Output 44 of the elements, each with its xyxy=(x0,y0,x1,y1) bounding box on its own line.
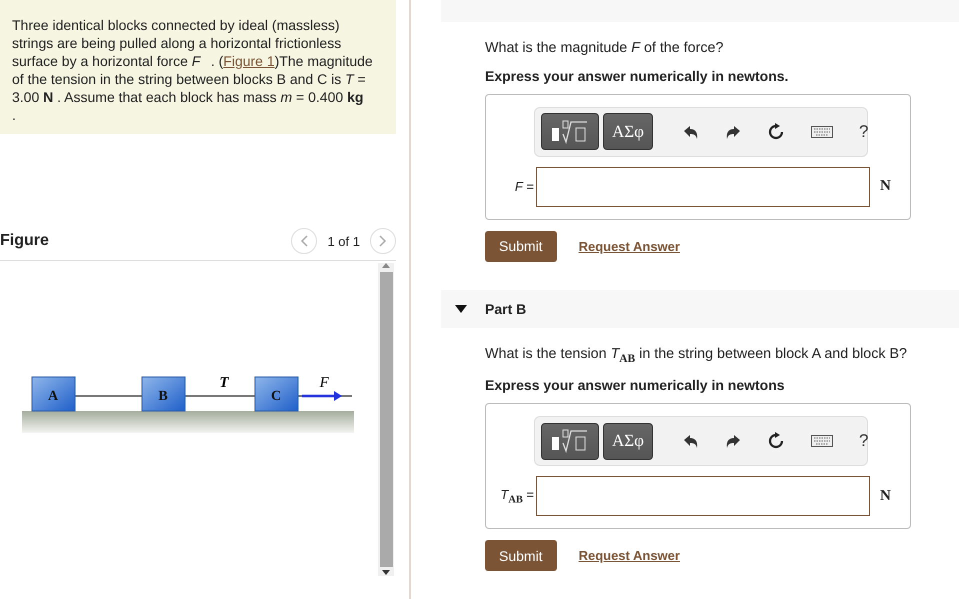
template-button[interactable] xyxy=(541,422,599,460)
question-text: What is the magnitude F of the force? xyxy=(485,40,724,56)
figure-title: Figure xyxy=(0,232,49,250)
undo-icon[interactable] xyxy=(682,124,699,140)
fraction-root-icon xyxy=(550,118,590,145)
undo-icon[interactable] xyxy=(682,433,699,449)
keyboard-icon[interactable] xyxy=(810,435,833,447)
symbols-button[interactable]: ΑΣφ xyxy=(603,422,653,460)
variable-label: T$_{AB}$ = xyxy=(499,486,534,506)
chevron-right-icon xyxy=(379,235,387,247)
unit-label: N xyxy=(880,488,891,504)
answer-input[interactable] xyxy=(536,476,870,516)
submit-button[interactable]: Submit xyxy=(485,230,557,262)
fraction-root-icon xyxy=(550,428,590,454)
help-button[interactable]: ? xyxy=(858,122,868,142)
caret-icon xyxy=(455,304,467,313)
chevron-left-icon xyxy=(300,235,308,247)
scroll-down-icon[interactable] xyxy=(382,570,390,576)
answer-input[interactable] xyxy=(536,166,870,207)
scroll-up-icon[interactable] xyxy=(382,263,390,269)
part-title: Part B xyxy=(485,300,526,317)
part-header[interactable]: Part B xyxy=(441,290,959,328)
request-answer-link[interactable]: Request Answer xyxy=(578,548,680,563)
help-button[interactable]: ? xyxy=(858,431,868,451)
instruction-text: Express your answer numerically in newtons xyxy=(485,377,786,393)
instruction-text: Express your answer numerically in newtons. xyxy=(485,68,790,84)
question-text: What is the tension T$_{AB}$ in the string between block A and block B? xyxy=(485,346,908,365)
request-answer-link[interactable]: Request Answer xyxy=(578,238,680,254)
unit-label: N xyxy=(880,178,891,196)
scrollbar[interactable] xyxy=(378,263,394,576)
problem-text: Three identical blocks connected by ideal (massless) strings are being pulled along a horizontal frictionless surface by a horizontal force F⃗. (Figure 1)The magnitude of the tension in the string between blocks B and C is T = 3.00 N . Assume that each block has mass m = 0.400 kg xyxy=(12,16,374,106)
problem-end-text: . xyxy=(12,106,17,124)
reset-icon[interactable] xyxy=(766,122,785,141)
redo-icon[interactable] xyxy=(724,124,741,140)
redo-icon[interactable] xyxy=(724,433,741,449)
reset-icon[interactable] xyxy=(766,432,785,450)
variable-label: F = xyxy=(514,179,534,194)
blocks-diagram-drawing: A B C T F⃗ xyxy=(22,369,354,433)
keyboard-icon[interactable] xyxy=(810,126,833,138)
page-counter: 1 of 1 xyxy=(327,234,360,248)
template-button[interactable] xyxy=(541,113,599,150)
symbols-button[interactable]: ΑΣφ xyxy=(603,113,653,150)
submit-button[interactable]: Submit xyxy=(485,540,557,571)
figure-link[interactable]: Figure 1 xyxy=(223,53,275,69)
